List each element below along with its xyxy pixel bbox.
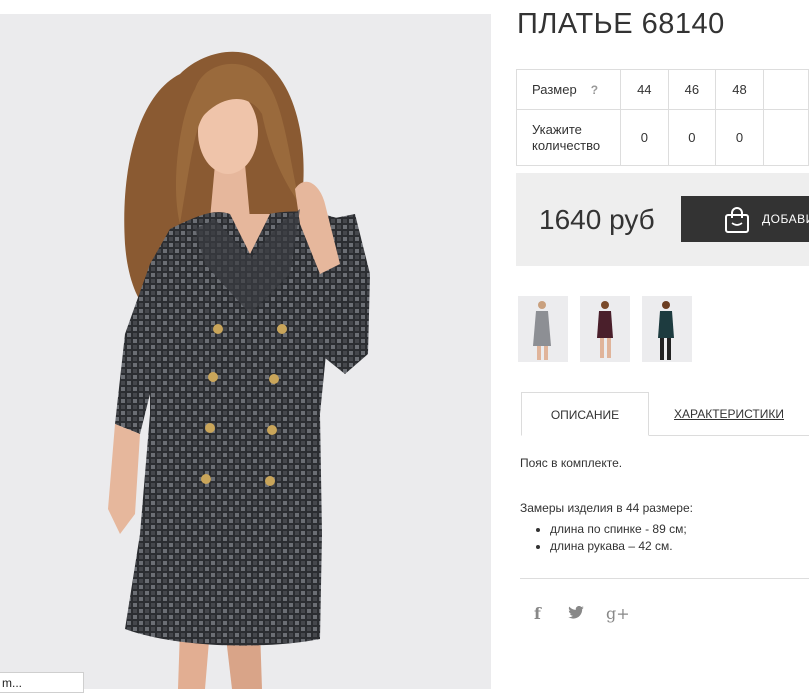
- product-title: ПЛАТЬЕ 68140: [517, 8, 725, 40]
- thumbnail-grey-dress-image: [518, 296, 568, 362]
- quantity-header-cell: Укажите количество: [515, 109, 622, 166]
- add-to-cart-button[interactable]: ДОБАВИ: [681, 196, 809, 242]
- quantity-row: Укажите количество 0 0 0: [515, 109, 809, 166]
- quantity-label-line2: количество: [532, 137, 601, 153]
- measurements-title: Замеры изделия в 44 размере:: [520, 501, 693, 515]
- buy-box: 1640 руб ДОБАВИ: [516, 173, 809, 266]
- add-to-cart-label: ДОБАВИ: [762, 212, 809, 226]
- twitter-icon[interactable]: [568, 605, 584, 624]
- size-quantity-table: Размер? 44 46 48 Укажите количество 0 0 …: [515, 69, 809, 166]
- size-cell-48: 48: [715, 69, 764, 110]
- tab-description[interactable]: ОПИСАНИЕ: [521, 392, 649, 436]
- quantity-input-48[interactable]: 0: [715, 109, 764, 166]
- facebook-icon[interactable]: f: [534, 604, 541, 623]
- size-cell-partial: [762, 69, 809, 110]
- product-tabs: ОПИСАНИЕ ХАРАКТЕРИСТИКИ: [520, 392, 809, 437]
- thumbnail-teal-dress-image: [642, 296, 692, 362]
- size-label: Размер: [532, 82, 577, 97]
- size-help-icon[interactable]: ?: [591, 83, 598, 97]
- quantity-label-line1: Укажите: [532, 121, 582, 137]
- thumbnail-burgundy-dress[interactable]: [580, 296, 630, 362]
- measurements-list: длина по спинке - 89 см; длина рукава – …: [520, 521, 693, 555]
- list-item: длина рукава – 42 см.: [550, 538, 693, 555]
- quantity-input-46[interactable]: 0: [667, 109, 717, 166]
- thumbnail-teal-dress[interactable]: [642, 296, 692, 362]
- thumbnail-burgundy-dress-image: [580, 296, 630, 362]
- size-header-cell: Размер?: [515, 69, 622, 110]
- list-item: длина по спинке - 89 см;: [550, 521, 693, 538]
- thumbnail-grey-dress[interactable]: [518, 296, 568, 362]
- size-cell-44: 44: [620, 69, 669, 110]
- status-tooltip: m...: [0, 672, 84, 693]
- dress-photo-illustration: [108, 51, 370, 689]
- twitter-bird-glyph: [568, 605, 584, 619]
- divider: [520, 578, 809, 579]
- size-row: Размер? 44 46 48: [515, 69, 809, 110]
- tab-characteristics[interactable]: ХАРАКТЕРИСТИКИ: [674, 407, 784, 421]
- tab-divider: [649, 435, 809, 436]
- quantity-input-44[interactable]: 0: [620, 109, 669, 166]
- product-price: 1640 руб: [539, 204, 655, 235]
- google-plus-icon[interactable]: g+: [606, 604, 630, 623]
- description-content: Пояс в комплекте. Замеры изделия в 44 ра…: [520, 455, 693, 555]
- description-intro: Пояс в комплекте.: [520, 456, 623, 470]
- size-cell-46: 46: [667, 69, 717, 110]
- product-main-image[interactable]: [0, 14, 491, 689]
- shopping-bag-icon: [725, 207, 749, 233]
- quantity-input-partial[interactable]: [762, 109, 809, 166]
